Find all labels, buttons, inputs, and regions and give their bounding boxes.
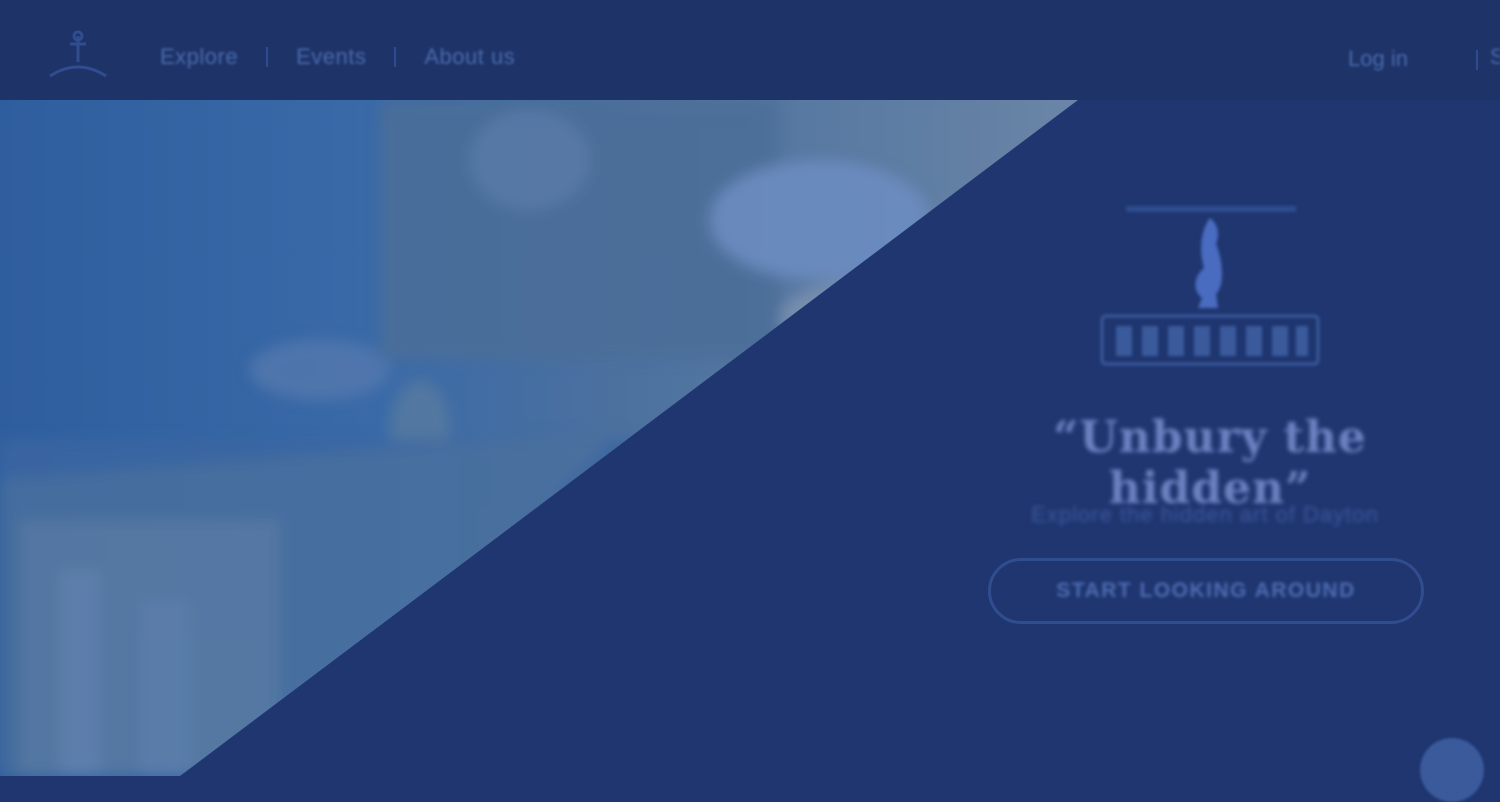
signup-link[interactable]: S — [1490, 44, 1500, 74]
main-nav: Explore Events About us — [160, 44, 515, 70]
cta-label: START LOOKING AROUND — [1056, 579, 1356, 602]
hero-tagline: “Unbury the hidden” — [1053, 412, 1367, 514]
site-header: Explore Events About us Log in S — [0, 0, 1500, 100]
nav-explore[interactable]: Explore — [160, 44, 238, 70]
nav-divider — [266, 47, 269, 67]
nav-divider — [394, 47, 397, 67]
chat-icon[interactable] — [1420, 738, 1484, 802]
hero-image — [0, 100, 1078, 776]
nav-about-us[interactable]: About us — [424, 44, 515, 70]
brand-statue-icon — [1100, 206, 1320, 366]
login-link[interactable]: Log in — [1348, 46, 1408, 72]
site-logo-icon[interactable] — [40, 28, 116, 84]
start-looking-around-button[interactable]: START LOOKING AROUND — [988, 558, 1424, 624]
header-divider — [1476, 50, 1478, 70]
hero-subtitle: Explore the hidden art of Dayton — [1031, 502, 1379, 527]
nav-events[interactable]: Events — [296, 44, 366, 70]
